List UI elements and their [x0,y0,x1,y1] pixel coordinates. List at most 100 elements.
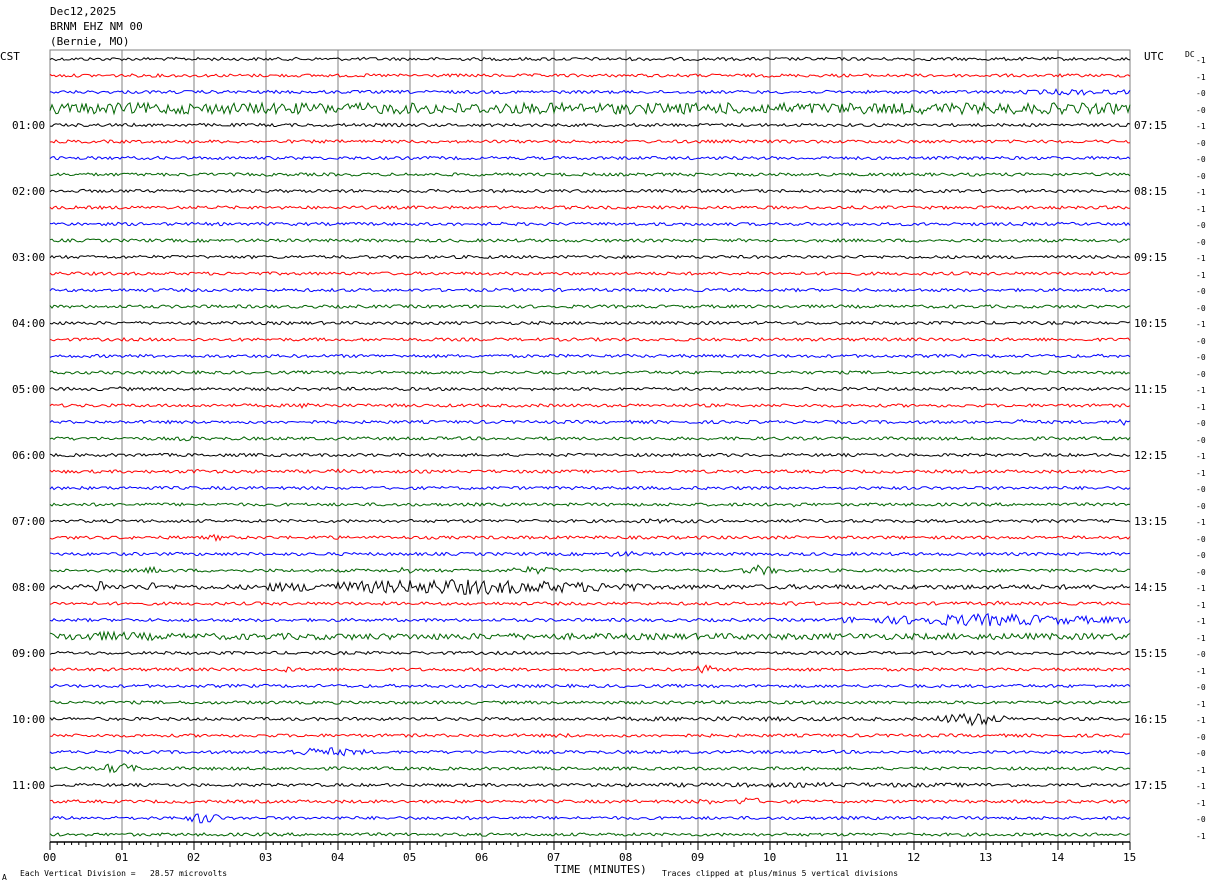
dc-offset-label: -1 [1196,188,1206,197]
clip-note: Traces clipped at plus/minus 5 vertical … [662,869,899,878]
dc-offset-label: -1 [1196,633,1206,643]
x-axis-title: TIME (MINUTES) [554,863,647,876]
dc-offset-label: -1 [1196,666,1206,676]
dc-offset-label: -0 [1196,155,1206,164]
dc-offset-label: -1 [1196,468,1206,478]
seismic-trace [49,564,1131,576]
seismic-trace [49,320,1131,326]
left-time-label: 11:00 [12,779,46,792]
time-axis-ticks [49,842,1131,850]
seismic-trace [49,832,1131,837]
dc-offset-label: -0 [1196,732,1206,742]
x-tick-label: 11 [835,851,849,864]
seismic-trace [49,56,1131,62]
left-time-label: 02:00 [12,185,46,198]
dc-offset-label: -0 [1196,237,1206,247]
seismic-trace [49,781,1130,789]
seismic-trace [49,732,1130,739]
dc-offset-label: -1 [1196,122,1206,131]
seismic-trace [49,139,1131,144]
date-label: Dec12,2025 [50,5,117,18]
dc-offset-label: -1 [1196,765,1206,775]
right-time-label: 12:15 [1134,449,1168,462]
dc-offset-label: -0 [1196,567,1206,577]
seismic-trace [49,101,1131,116]
dc-offset-label: -1 [1196,831,1206,841]
seismic-trace [49,550,1131,557]
left-time-label: 04:00 [12,317,46,330]
station-label: BRNM EHZ NM 00 [50,20,143,33]
dc-offset-label: -0 [1196,650,1206,659]
left-time-label: 01:00 [12,119,46,132]
x-tick-label: 10 [763,851,777,864]
dc-offset-label: -1 [1196,584,1206,593]
seismic-trace [49,664,1131,674]
seismic-trace [49,254,1131,260]
right-timezone-label: UTC [1144,50,1164,63]
dc-offset-label: -1 [1196,782,1206,791]
dc-offset-label: -0 [1196,105,1206,115]
left-time-label: 08:00 [12,581,46,594]
right-time-label: 11:15 [1134,383,1168,396]
dc-offset-label: -0 [1196,221,1206,230]
dc-offset-label: -1 [1196,452,1206,461]
seismic-trace [49,172,1131,177]
right-time-label: 08:15 [1134,185,1168,198]
seismic-trace [49,287,1131,293]
dc-offset-label: -0 [1196,683,1206,692]
dc-offset-label: -0 [1196,749,1206,758]
seismic-trace [49,452,1131,458]
seismic-trace [49,468,1131,475]
seismic-trace [49,533,1131,543]
seismic-trace [49,336,1131,342]
seismic-trace [49,630,1131,642]
dc-offset-label: -1 [1196,402,1206,412]
left-timezone-label: CST [0,50,20,63]
seismic-trace [49,763,1131,774]
x-tick-label: 04 [331,851,345,864]
dc-offset-label: -0 [1196,303,1206,313]
right-time-label: 17:15 [1134,779,1168,792]
dc-offset-label: -0 [1196,171,1206,181]
seismic-trace [49,122,1131,128]
dc-offset-label: -1 [1196,716,1206,725]
x-tick-label: 05 [403,851,417,864]
left-time-label: 05:00 [12,383,46,396]
x-tick-label: 06 [475,851,489,864]
seismic-trace [49,485,1131,491]
seismic-traces [49,56,1131,837]
right-time-label: 14:15 [1134,581,1168,594]
seismic-trace [49,600,1131,607]
x-tick-label: 03 [259,851,273,864]
seismic-trace [49,700,1131,705]
seismic-trace [49,155,1131,161]
seismic-trace [49,712,1131,727]
dc-offset-label: -0 [1196,353,1206,362]
seismic-trace [49,747,1131,757]
dc-offset-label: -0 [1196,89,1206,98]
scale-note: Each Vertical Division = 28.57 microvolt… [20,869,228,878]
seismic-trace [49,221,1131,227]
dc-offset-label: -0 [1196,369,1206,379]
dc-offset-label: -1 [1196,72,1206,82]
corner-mark: A [2,873,7,882]
seismic-trace [49,188,1131,194]
x-tick-label: 14 [1051,851,1065,864]
x-tick-label: 12 [907,851,921,864]
dc-offset-label: -1 [1196,600,1206,610]
dc-offset-label: -1 [1196,798,1206,808]
seismic-trace [49,402,1131,409]
dc-offset-label: -0 [1196,287,1206,296]
seismic-trace [49,813,1131,824]
seismic-trace [49,205,1130,210]
left-time-label: 03:00 [12,251,46,264]
x-tick-label: 13 [979,851,993,864]
x-tick-label: 09 [691,851,705,864]
seismic-trace [49,353,1131,359]
x-tick-label: 00 [43,851,57,864]
dc-offset-label: -0 [1196,534,1206,544]
seismic-trace [49,271,1131,276]
x-tick-label: 15 [1123,851,1137,864]
dc-offset-label: -1 [1196,518,1206,527]
left-time-label: 09:00 [12,647,46,660]
